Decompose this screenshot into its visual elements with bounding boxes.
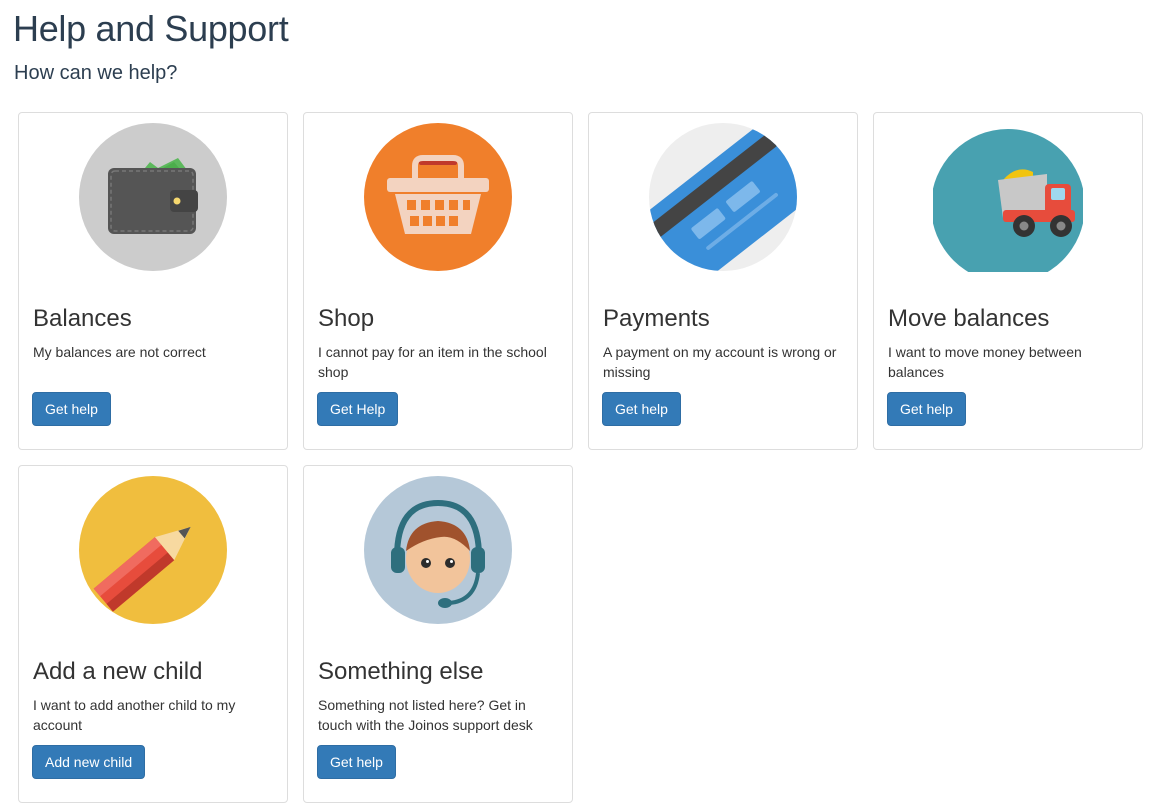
card-title: Something else [318, 658, 484, 685]
help-card-balances: Balances My balances are not correct Get… [18, 112, 288, 450]
help-card-something-else: Something else Something not listed here… [303, 465, 573, 803]
page-title: Help and Support [13, 8, 289, 49]
get-help-button[interactable]: Get help [602, 392, 681, 426]
card-title: Payments [603, 305, 710, 332]
wallet-icon [78, 122, 228, 272]
card-description: I want to add another child to my accoun… [33, 697, 236, 733]
card-description: A payment on my account is wrong or miss… [603, 344, 837, 380]
card-title: Add a new child [33, 658, 203, 685]
help-card-add-child: Add a new child I want to add another ch… [18, 465, 288, 803]
get-help-button[interactable]: Get Help [317, 392, 399, 426]
card-description: My balances are not correct [33, 344, 206, 360]
truck-icon [933, 122, 1083, 272]
card-title: Balances [33, 305, 132, 332]
support-agent-icon [363, 475, 513, 625]
help-card-payments: Payments A payment on my account is wron… [588, 112, 858, 450]
help-card-shop: Shop I cannot pay for an item in the sch… [303, 112, 573, 450]
get-help-button[interactable]: Get help [317, 745, 396, 779]
page-subtitle: How can we help? [14, 62, 178, 84]
get-help-button[interactable]: Get help [32, 392, 111, 426]
credit-card-icon [648, 122, 798, 272]
card-description: I cannot pay for an item in the school s… [318, 344, 547, 380]
get-help-button[interactable]: Get help [887, 392, 966, 426]
card-description: I want to move money between balances [888, 344, 1082, 380]
add-new-child-button[interactable]: Add new child [32, 745, 146, 779]
card-title: Move balances [888, 305, 1050, 332]
pencil-icon [78, 475, 228, 625]
help-card-move-balances: Move balances I want to move money betwe… [873, 112, 1143, 450]
basket-icon [363, 122, 513, 272]
card-title: Shop [318, 305, 375, 332]
card-description: Something not listed here? Get in touch … [318, 697, 533, 733]
